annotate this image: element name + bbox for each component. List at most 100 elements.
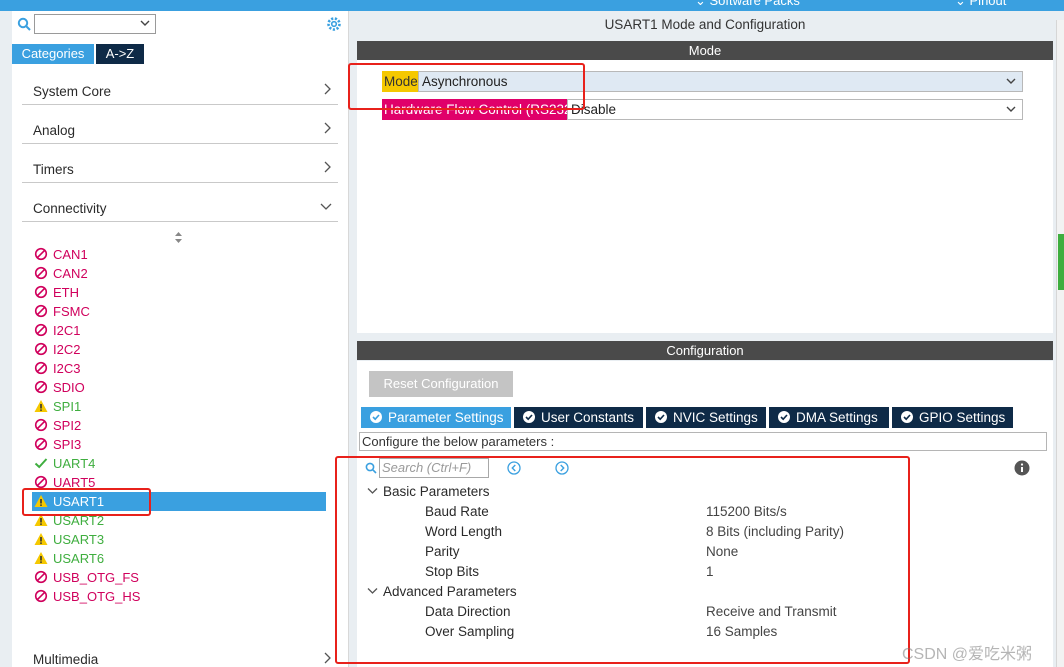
category-label: System Core (33, 84, 112, 99)
disabled-icon (34, 437, 48, 451)
tab-user-constants[interactable]: User Constants (514, 407, 643, 428)
category-timers[interactable]: Timers (22, 152, 338, 183)
disabled-icon (34, 323, 48, 337)
peripheral-label: CAN2 (53, 266, 88, 281)
mode-panel: Mode Asynchronous Hardware Flow Control … (348, 60, 1053, 333)
highlight-box-usart1 (22, 488, 151, 516)
warning-icon (34, 400, 48, 412)
peripheral-label: I2C3 (53, 361, 81, 376)
disabled-icon (34, 418, 48, 432)
peripheral-label: I2C1 (53, 323, 81, 338)
disabled-icon (34, 342, 48, 356)
check-circle-icon (778, 411, 790, 423)
peripheral-search-select[interactable] (34, 14, 156, 34)
reset-configuration-button[interactable]: Reset Configuration (369, 371, 513, 397)
pinout-label: Pinout (969, 0, 1007, 8)
chevron-right-icon (324, 161, 331, 173)
disabled-icon (34, 589, 48, 603)
page-title: USART1 Mode and Configuration (604, 17, 806, 32)
peripheral-label: SPI2 (53, 418, 82, 433)
peripheral-item-usb_otg_fs[interactable]: USB_OTG_FS (34, 568, 139, 587)
disabled-icon (34, 247, 48, 261)
tab-parameter-settings[interactable]: Parameter Settings (361, 407, 511, 428)
highlight-box-parameters (335, 456, 910, 664)
configuration-panel: Reset Configuration Parameter Settings U… (335, 361, 1053, 667)
chevron-right-icon (324, 122, 331, 134)
peripheral-item-i2c2[interactable]: I2C2 (34, 340, 80, 359)
chevron-right-icon (324, 83, 331, 95)
category-connectivity[interactable]: Connectivity (22, 191, 338, 222)
tab-label: NVIC Settings (673, 410, 758, 425)
highlight-box-mode (348, 63, 585, 110)
tab-a-z[interactable]: A->Z (96, 44, 144, 64)
check-circle-icon (523, 411, 535, 423)
configure-instructions: Configure the below parameters : (359, 432, 1047, 451)
tab-label: User Constants (541, 410, 635, 425)
info-icon[interactable] (1014, 460, 1030, 476)
peripheral-item-usart3[interactable]: USART3 (34, 530, 104, 549)
check-circle-icon (901, 411, 913, 423)
gear-icon[interactable] (325, 15, 343, 33)
category-analog[interactable]: Analog (22, 113, 338, 144)
peripheral-item-fsmc[interactable]: FSMC (34, 302, 90, 321)
peripheral-label: USART3 (53, 532, 105, 547)
warning-icon (34, 533, 48, 545)
peripheral-item-uart4[interactable]: UART4 (34, 454, 95, 473)
search-icon[interactable] (17, 17, 31, 31)
flow-control-select[interactable]: Disable (567, 99, 1023, 120)
category-label: Connectivity (33, 201, 107, 216)
watermark: CSDN @爱吃米粥 (902, 646, 1033, 663)
chevron-down-icon (1006, 106, 1016, 112)
tab-nvic-settings[interactable]: NVIC Settings (646, 407, 766, 428)
peripheral-item-spi1[interactable]: SPI1 (34, 397, 81, 416)
software-packs-label: Software Packs (709, 0, 800, 8)
peripheral-label: I2C2 (53, 342, 81, 357)
peripheral-item-spi2[interactable]: SPI2 (34, 416, 81, 435)
disabled-icon (34, 266, 48, 280)
disabled-icon (34, 570, 48, 584)
check-circle-icon (370, 411, 382, 423)
peripheral-label: UART4 (53, 456, 96, 471)
disabled-icon (34, 304, 48, 318)
tab-label: Parameter Settings (388, 410, 504, 425)
chevron-down-icon (320, 203, 332, 210)
tab-categories[interactable]: Categories (12, 44, 94, 64)
scrollbar[interactable] (1056, 20, 1064, 667)
category-label: Timers (33, 162, 74, 177)
peripheral-label: FSMC (53, 304, 90, 319)
tab-label: GPIO Settings (919, 410, 1006, 425)
peripheral-item-eth[interactable]: ETH (34, 283, 79, 302)
peripheral-item-i2c1[interactable]: I2C1 (34, 321, 80, 340)
tab-gpio-settings[interactable]: GPIO Settings (892, 407, 1013, 428)
category-label: Analog (33, 123, 76, 138)
category-multimedia[interactable]: Multimedia (22, 636, 338, 667)
peripheral-item-i2c3[interactable]: I2C3 (34, 359, 80, 378)
peripheral-label: SDIO (53, 380, 85, 395)
tab-dma-settings[interactable]: DMA Settings (769, 407, 889, 428)
disabled-icon (34, 285, 48, 299)
peripheral-label: USB_OTG_HS (53, 589, 141, 604)
sort-icon[interactable] (174, 232, 183, 243)
software-packs-menu[interactable]: ⌄ Software Packs (695, 0, 800, 9)
peripheral-item-usart6[interactable]: USART6 (34, 549, 104, 568)
peripheral-label: ETH (53, 285, 79, 300)
chevron-down-icon (1006, 78, 1016, 84)
configuration-header: Configuration (357, 341, 1053, 360)
categories-panel: Categories A->Z System Core Analog Timer… (12, 11, 349, 667)
peripheral-item-sdio[interactable]: SDIO (34, 378, 85, 397)
peripheral-label: SPI3 (53, 437, 82, 452)
peripheral-item-usb_otg_hs[interactable]: USB_OTG_HS (34, 587, 140, 606)
scrollbar-marker (1058, 234, 1064, 290)
pinout-menu[interactable]: ⌄ Pinout (955, 0, 1006, 9)
top-toolbar: ⌄ Software Packs ⌄ Pinout (0, 0, 1064, 11)
peripheral-item-spi3[interactable]: SPI3 (34, 435, 81, 454)
peripheral-label: CAN1 (53, 247, 88, 262)
mode-header: Mode (357, 41, 1053, 60)
check-circle-icon (655, 411, 667, 423)
peripheral-label: USART6 (53, 551, 105, 566)
peripheral-item-can1[interactable]: CAN1 (34, 245, 88, 264)
peripheral-label: SPI1 (53, 399, 82, 414)
peripheral-item-can2[interactable]: CAN2 (34, 264, 88, 283)
disabled-icon (34, 380, 48, 394)
category-system-core[interactable]: System Core (22, 74, 338, 105)
